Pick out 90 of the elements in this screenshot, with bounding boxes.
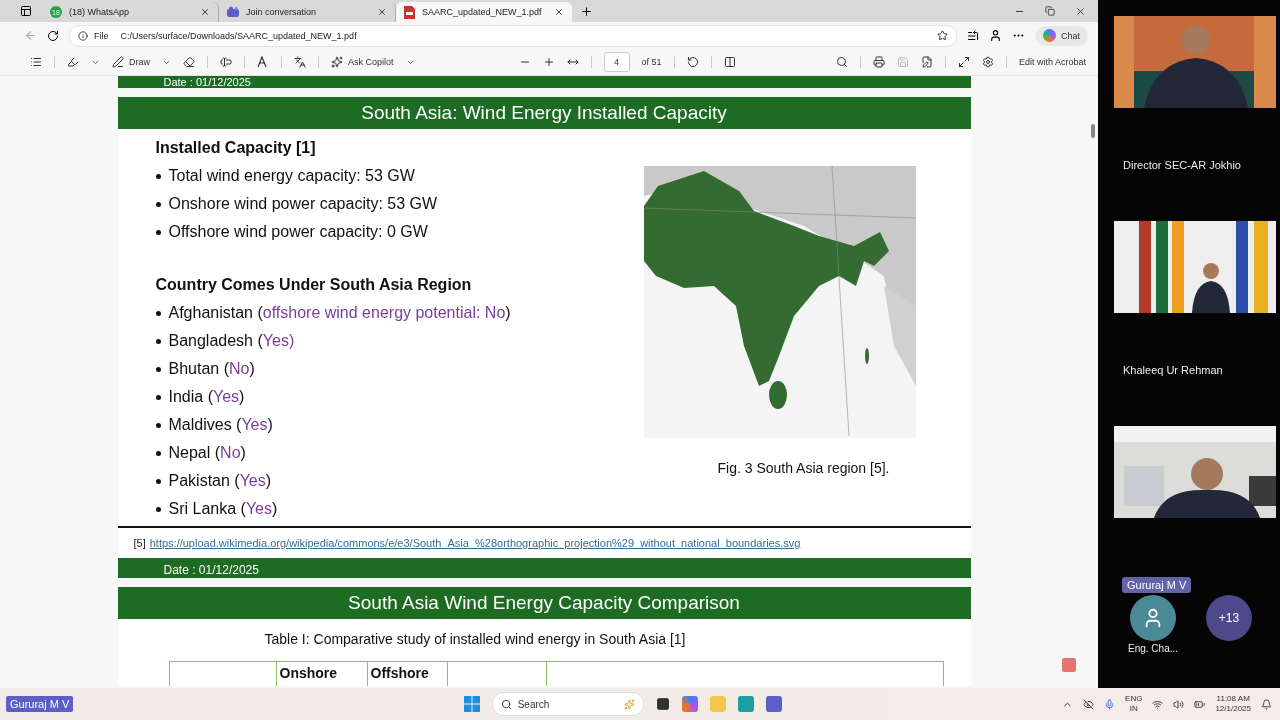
page-count: of 51 — [641, 57, 662, 67]
section-heading: Country Comes Under South Asia Region — [155, 275, 473, 295]
participant-name: Gururaj M V — [1122, 576, 1192, 593]
read-aloud-icon[interactable] — [257, 56, 269, 68]
avatar[interactable] — [1130, 595, 1176, 641]
taskbar-search[interactable]: Search — [491, 692, 644, 716]
search-icon[interactable] — [835, 56, 848, 68]
footnote-link[interactable]: https://upload.wikimedia.org/wikipedia/commons/e/e3/South_Asia_%28orthographic_projection%29_without_national_boundaries.svg — [149, 537, 801, 549]
close-icon[interactable] — [1075, 5, 1086, 17]
bullet-item: Nepal (No) — [155, 439, 644, 467]
chat-button[interactable]: Chat — [1035, 25, 1088, 46]
zoom-in-icon[interactable] — [542, 56, 555, 68]
notification-icon[interactable] — [1261, 698, 1272, 710]
windows-logo-icon[interactable] — [463, 696, 480, 712]
restore-icon[interactable] — [1045, 5, 1055, 16]
info-icon — [78, 30, 88, 41]
scheme-label: File — [94, 30, 109, 41]
slide-title: South Asia Wind Energy Capacity Comparison — [117, 587, 971, 619]
highlight-icon[interactable] — [67, 56, 79, 68]
print-icon[interactable] — [872, 56, 885, 68]
slide-title: South Asia: Wind Energy Installed Capacity — [117, 97, 971, 129]
browser-tab[interactable]: SAARC_updated_NEW_1.pdf — [396, 2, 572, 22]
page-view-icon[interactable] — [723, 56, 736, 68]
presenter-name: Gururaj M V — [6, 696, 74, 712]
date-text: Date : 01/12/2025 — [163, 562, 259, 578]
rotate-icon[interactable] — [686, 56, 699, 68]
new-tab-icon[interactable] — [580, 4, 593, 18]
participant-name: Khaleeq Ur Rehman — [1122, 362, 1224, 378]
fullscreen-icon[interactable] — [957, 56, 970, 68]
sparkle-icon — [623, 698, 635, 710]
figure-caption: Fig. 3 South Asia region [5]. — [717, 460, 890, 476]
bullet-item: India (Yes) — [155, 383, 644, 411]
clock-time[interactable]: 11:08 AM — [1216, 694, 1250, 704]
copilot-icon — [1043, 29, 1056, 42]
more-participants-button[interactable]: +13 — [1206, 595, 1253, 641]
close-icon[interactable] — [554, 7, 564, 17]
tab-title: Join conversation — [246, 7, 318, 17]
tab-title: (18) WhatsApp — [69, 7, 131, 17]
eraser-icon[interactable] — [183, 56, 195, 68]
bullet-item: Onshore wind power capacity: 53 GW — [155, 190, 644, 218]
scrollbar-thumb[interactable] — [1091, 124, 1095, 138]
draw-button[interactable]: Draw — [112, 56, 150, 68]
date-text: Date : 01/12/2025 — [163, 77, 251, 88]
favorites-icon[interactable] — [967, 29, 979, 42]
document-icon — [404, 5, 415, 19]
region-text[interactable]: IN — [1129, 704, 1138, 714]
footnote-number: [5] — [133, 537, 146, 549]
favorite-icon[interactable] — [937, 30, 948, 41]
column-header: Onshore — [276, 662, 368, 686]
profile-icon[interactable] — [989, 29, 1002, 42]
edit-icon[interactable] — [920, 56, 933, 68]
wifi-icon[interactable] — [1152, 698, 1164, 710]
column-header: Offshore — [367, 662, 448, 686]
translate-icon[interactable] — [294, 56, 306, 68]
close-icon[interactable] — [200, 7, 210, 17]
bullet-item: Bangladesh (Yes) — [155, 327, 644, 355]
tab-title: SAARC_updated_NEW_1.pdf — [422, 7, 543, 17]
participant-name: Eng. Cha... — [1128, 643, 1179, 654]
pen-icon — [112, 56, 124, 68]
close-icon[interactable] — [377, 7, 387, 17]
refresh-icon[interactable] — [47, 29, 59, 42]
browser-tab[interactable]: Join conversation — [219, 2, 396, 22]
address-bar[interactable]: File C:/Users/surface/Downloads/SAARC_updated_NEW_1.pdf — [69, 24, 957, 47]
hidden-icon[interactable] — [1083, 698, 1095, 710]
edit-with-acrobat-button[interactable]: Edit with Acrobat — [1018, 57, 1086, 67]
participant-name: Director SEC-AR Jokhio — [1122, 157, 1242, 173]
search-icon — [500, 698, 512, 710]
volume-icon[interactable] — [1173, 698, 1185, 710]
bullet-item: Offshore wind power capacity: 0 GW — [155, 218, 644, 246]
sparkle-icon — [331, 56, 343, 68]
page-number-field[interactable]: 4 — [603, 52, 630, 72]
section-heading: Installed Capacity [1] — [155, 138, 317, 158]
ask-copilot-button[interactable]: Ask Copilot — [331, 56, 394, 68]
contents-icon[interactable] — [30, 56, 42, 68]
bullet-item: Total wind energy capacity: 53 GW — [155, 162, 644, 190]
people-icon — [227, 6, 239, 18]
battery-icon[interactable] — [1194, 698, 1206, 710]
bullet-item: Sri Lanka (Yes) — [155, 495, 644, 523]
table-caption: Table I: Comparative study of installed wind energy in South Asia [1] — [263, 630, 687, 649]
language-text[interactable]: ENG — [1125, 694, 1143, 704]
settings-icon[interactable] — [981, 56, 994, 68]
url-text: C:/Users/surface/Downloads/SAARC_updated_NEW_1.pdf — [120, 30, 358, 41]
tab-actions-icon[interactable] — [20, 5, 32, 17]
microphone-icon[interactable] — [1104, 698, 1116, 710]
bullet-item: Bhutan (No) — [155, 355, 644, 383]
bullet-item: Afghanistan (offshore wind energy potential: No) — [155, 299, 644, 327]
bullet-item: Maldives (Yes) — [155, 411, 644, 439]
text-box-icon[interactable] — [220, 56, 232, 68]
bullet-item: Pakistan (Yes) — [155, 467, 644, 495]
clock-date[interactable]: 12/1/2025 — [1215, 704, 1251, 714]
